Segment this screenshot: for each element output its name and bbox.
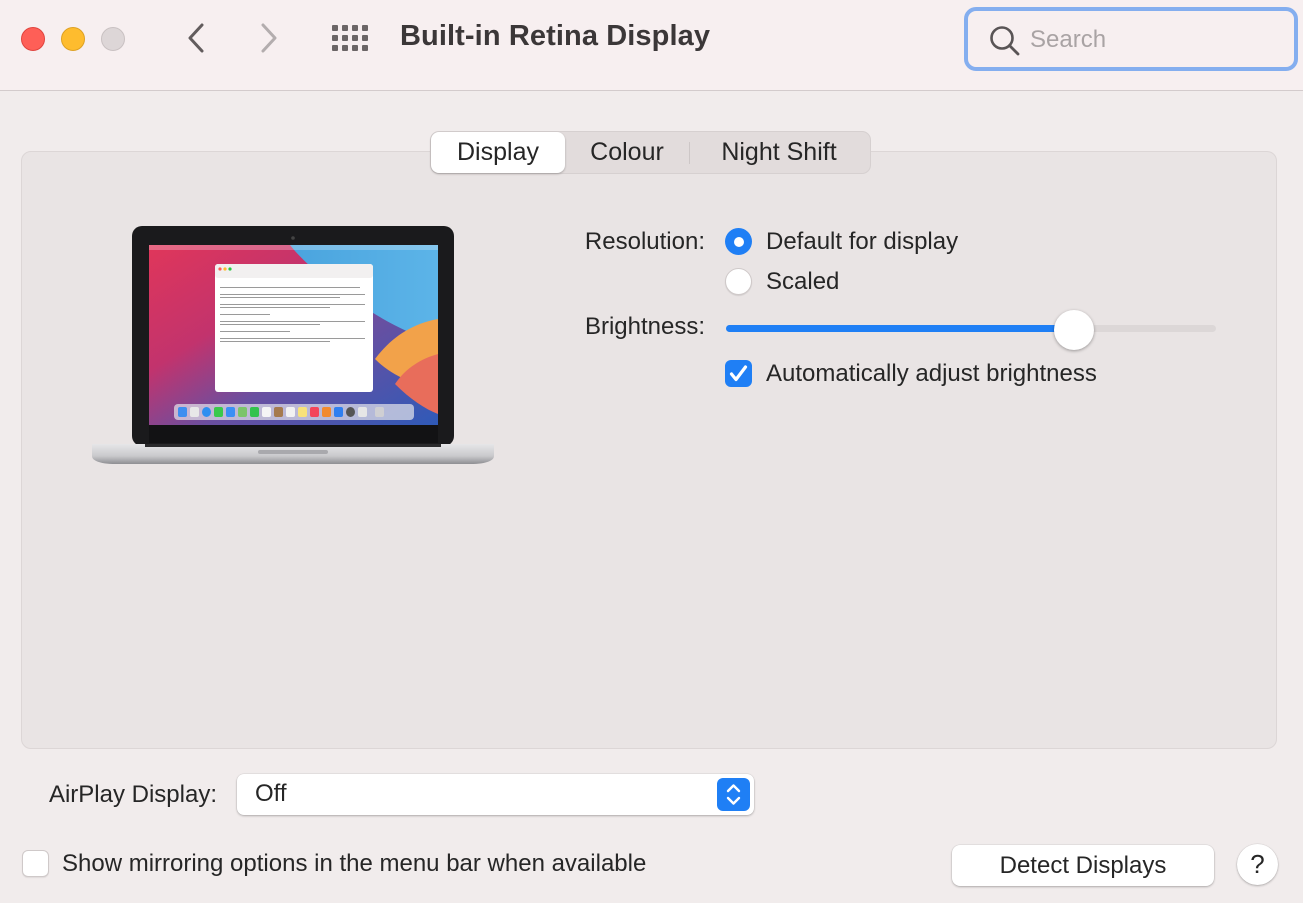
auto-brightness-label[interactable]: Automatically adjust brightness xyxy=(766,360,1097,388)
display-preview-image xyxy=(92,226,494,464)
grid-dot xyxy=(332,45,338,51)
grid-dot xyxy=(352,25,358,31)
grid-dot xyxy=(362,25,368,31)
show-mirroring-label[interactable]: Show mirroring options in the menu bar w… xyxy=(62,850,646,878)
window-title: Built-in Retina Display xyxy=(400,20,711,52)
brightness-slider[interactable] xyxy=(724,310,1218,350)
brightness-label: Brightness: xyxy=(584,313,705,340)
search-icon xyxy=(990,26,1020,56)
checkmark-icon xyxy=(729,365,748,382)
menu-bar xyxy=(149,245,438,250)
close-window-button[interactable] xyxy=(21,27,45,51)
airplay-display-label: AirPlay Display: xyxy=(48,781,217,808)
tab-night-shift[interactable]: Night Shift xyxy=(690,132,868,173)
grid-dot xyxy=(342,35,348,41)
up-down-chevron-icon xyxy=(726,784,741,805)
chevron-right-icon xyxy=(261,23,277,53)
zoom-window-button[interactable] xyxy=(101,27,125,51)
resolution-scaled-radio[interactable] xyxy=(725,268,752,295)
detect-displays-button[interactable]: Detect Displays xyxy=(952,845,1214,886)
show-mirroring-checkbox[interactable] xyxy=(22,850,49,877)
auto-brightness-checkbox[interactable] xyxy=(725,360,752,387)
slider-thumb[interactable] xyxy=(1053,310,1094,350)
forward-button[interactable] xyxy=(254,20,284,56)
resolution-label: Resolution: xyxy=(584,228,705,255)
resolution-scaled-label[interactable]: Scaled xyxy=(766,268,839,296)
airplay-display-value: Off xyxy=(255,780,287,807)
show-all-button[interactable] xyxy=(332,25,370,53)
search-field[interactable] xyxy=(964,7,1298,71)
grid-dot xyxy=(342,45,348,51)
camera-dot xyxy=(291,236,295,240)
airplay-display-select[interactable]: Off xyxy=(237,774,754,815)
tab-bar: Display Colour Night Shift xyxy=(430,131,871,174)
grid-dot xyxy=(362,35,368,41)
title-bar: Built-in Retina Display xyxy=(0,0,1303,91)
slider-fill xyxy=(726,325,1074,332)
grid-dot xyxy=(332,25,338,31)
help-button[interactable]: ? xyxy=(1237,844,1278,885)
search-input[interactable] xyxy=(1030,23,1280,57)
tab-colour[interactable]: Colour xyxy=(565,132,689,173)
minimize-window-button[interactable] xyxy=(61,27,85,51)
back-button[interactable] xyxy=(181,20,211,56)
grid-dot xyxy=(352,35,358,41)
chevron-left-icon xyxy=(188,23,204,53)
grid-dot xyxy=(362,45,368,51)
textedit-window xyxy=(215,264,373,392)
resolution-default-label[interactable]: Default for display xyxy=(766,228,958,256)
grid-dot xyxy=(342,25,348,31)
select-stepper[interactable] xyxy=(717,778,750,811)
grid-dot xyxy=(332,35,338,41)
tab-display[interactable]: Display xyxy=(431,132,565,173)
grid-dot xyxy=(352,45,358,51)
resolution-default-radio[interactable] xyxy=(725,228,752,255)
